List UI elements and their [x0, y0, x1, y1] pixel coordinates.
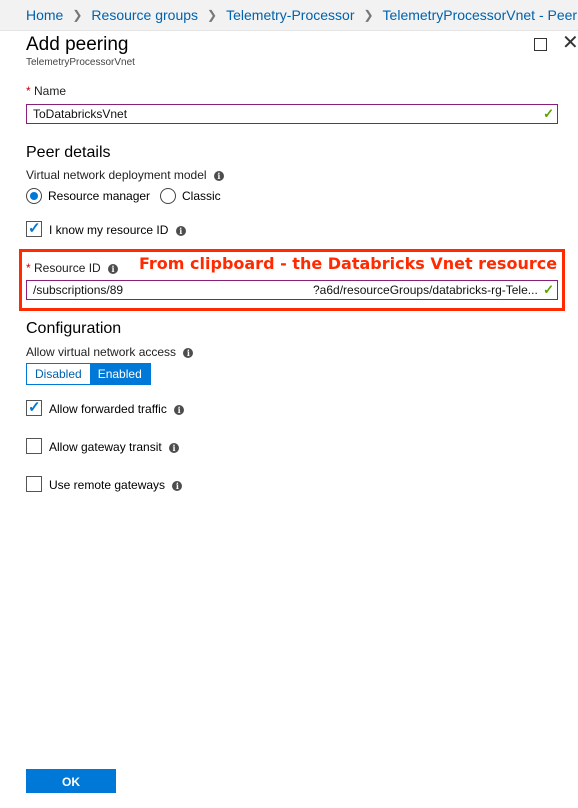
deployment-model-label: Virtual network deployment model i	[26, 168, 224, 182]
allow-gateway-transit-checkbox[interactable]	[26, 438, 42, 454]
info-icon[interactable]: i	[175, 225, 186, 236]
use-remote-gateways-label: Use remote gateways i	[49, 478, 183, 492]
breadcrumb-telemetry-processor[interactable]: Telemetry-Processor	[226, 7, 354, 23]
use-remote-gateways-checkbox[interactable]	[26, 476, 42, 492]
chevron-right-icon: ❯	[207, 8, 218, 22]
required-marker: *	[26, 261, 31, 275]
vnet-access-toggle: Disabled Enabled	[26, 363, 151, 385]
name-label: * Name	[26, 84, 67, 98]
info-icon[interactable]: i	[169, 442, 180, 453]
info-icon[interactable]: i	[213, 170, 224, 181]
breadcrumb-resource-groups[interactable]: Resource groups	[91, 7, 198, 23]
add-peering-blade: Add peering TelemetryProcessorVnet ✕ * N…	[0, 31, 578, 808]
resource-id-label: * Resource ID i	[26, 261, 119, 275]
radio-resource-manager-label: Resource manager	[48, 189, 151, 203]
breadcrumb-peerings[interactable]: TelemetryProcessorVnet - Peerings	[383, 7, 578, 23]
breadcrumb-home[interactable]: Home	[26, 7, 63, 23]
configuration-heading: Configuration	[26, 320, 122, 337]
allow-forwarded-traffic-checkbox[interactable]: ✓	[26, 399, 42, 416]
allow-vnet-access-label: Allow virtual network access i	[26, 345, 194, 359]
know-resource-id-checkbox[interactable]: ✓	[26, 220, 42, 237]
page-subtitle: TelemetryProcessorVnet	[26, 57, 135, 68]
allow-forwarded-traffic-label: Allow forwarded traffic i	[49, 402, 185, 416]
allow-gateway-transit-label: Allow gateway transit i	[49, 440, 180, 454]
info-icon[interactable]: i	[108, 263, 119, 274]
resource-id-value-start: /subscriptions/89	[33, 283, 124, 297]
checkmark-icon: ✓	[543, 282, 554, 297]
resource-id-value-end: ?a6d/resourceGroups/databricks-rg-Tele..…	[313, 283, 538, 297]
chevron-right-icon: ❯	[363, 8, 374, 22]
peer-details-heading: Peer details	[26, 144, 111, 161]
checkmark-icon: ✓	[28, 399, 41, 416]
breadcrumb: Home ❯ Resource groups ❯ Telemetry-Proce…	[0, 0, 578, 31]
radio-classic[interactable]	[160, 188, 176, 204]
resource-id-input[interactable]: /subscriptions/89 ?a6d/resourceGroups/da…	[26, 280, 558, 300]
required-marker: *	[26, 84, 31, 98]
annotation-text: From clipboard - the Databricks Vnet res…	[139, 254, 558, 273]
maximize-icon[interactable]	[534, 38, 547, 51]
toggle-enabled-option[interactable]: Enabled	[89, 364, 150, 384]
radio-resource-manager[interactable]	[26, 188, 42, 204]
ok-button[interactable]: OK	[26, 769, 116, 793]
checkmark-icon: ✓	[543, 106, 554, 121]
checkmark-icon: ✓	[28, 220, 41, 237]
page-title: Add peering	[26, 34, 129, 55]
close-icon[interactable]: ✕	[562, 31, 578, 55]
name-input[interactable]: ToDatabricksVnet ✓	[26, 104, 558, 124]
chevron-right-icon: ❯	[72, 8, 83, 22]
know-resource-id-label: I know my resource ID i	[49, 223, 186, 237]
info-icon[interactable]: i	[174, 404, 185, 415]
radio-classic-label: Classic	[182, 189, 221, 203]
info-icon[interactable]: i	[183, 347, 194, 358]
toggle-disabled-option[interactable]: Disabled	[27, 364, 90, 384]
info-icon[interactable]: i	[172, 480, 183, 491]
